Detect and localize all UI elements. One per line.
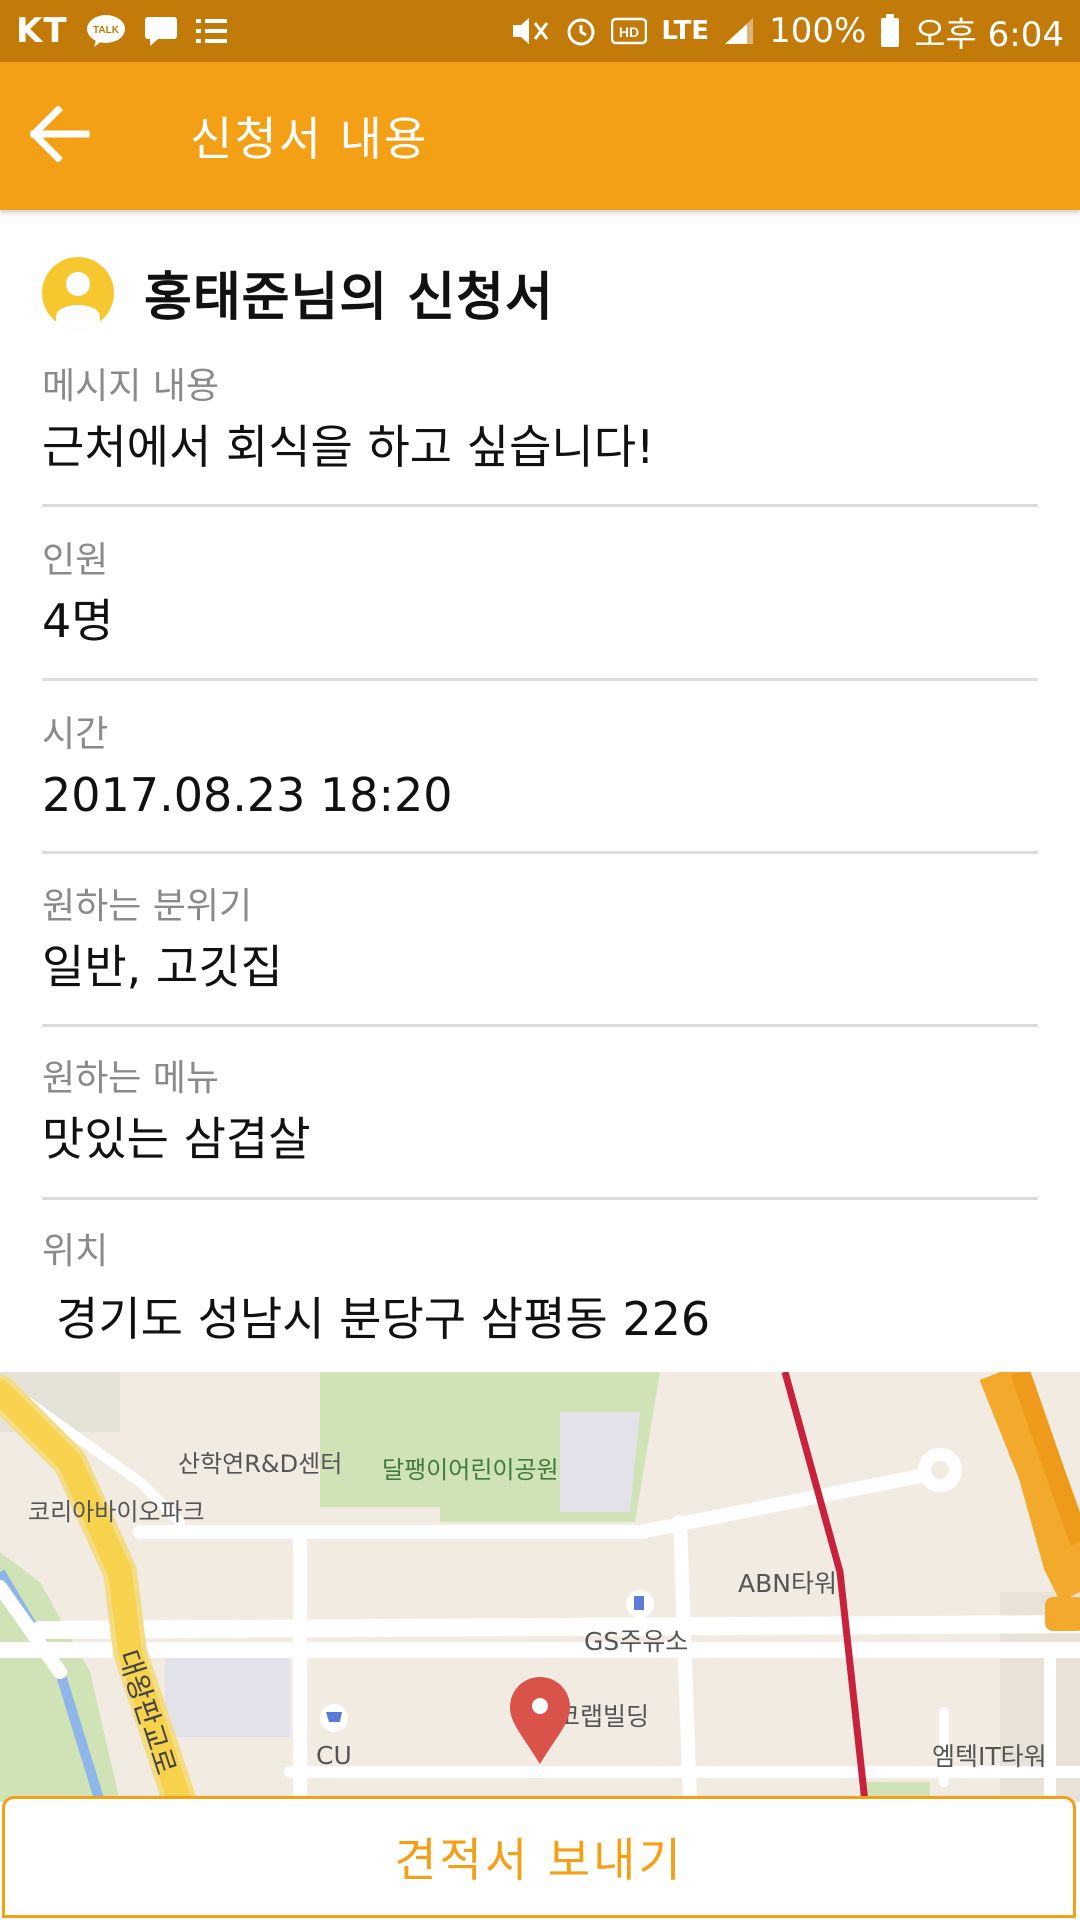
- field-message: 메시지 내용 근처에서 회식을 하고 싶습니다!: [42, 360, 1038, 480]
- field-label: 원하는 분위기: [42, 886, 253, 927]
- field-time: 시간 2017.08.23 18:20: [42, 708, 1038, 828]
- back-button[interactable]: [0, 62, 120, 210]
- applicant-header: 홍태준님의 신청서: [42, 255, 554, 330]
- alarm-icon: [565, 15, 597, 47]
- hd-icon: HD: [611, 17, 648, 45]
- field-label: 시간: [42, 714, 109, 755]
- divider: [42, 1024, 1038, 1027]
- battery-percent: 100%: [769, 11, 867, 51]
- svg-text:HD: HD: [619, 24, 639, 40]
- app-bar: 신청서 내용: [0, 62, 1080, 210]
- divider: [42, 851, 1038, 854]
- svg-text:TALK: TALK: [93, 25, 120, 36]
- field-label: 인원: [42, 540, 109, 581]
- location-map[interactable]: 산학연R&D센터 달팽이어린이공원 코리아바이오파크 ABN타워 GS주유소 에…: [0, 1372, 1080, 1802]
- map-label-cu: CU: [316, 1741, 352, 1770]
- map-label-biopark: 코리아바이오파크: [28, 1498, 205, 1526]
- user-avatar-icon: [42, 256, 114, 329]
- signal-icon: [723, 16, 755, 46]
- map-label-gs: GS주유소: [584, 1627, 688, 1656]
- battery-icon: [880, 14, 900, 48]
- carrier-label: KT: [16, 11, 68, 51]
- field-label: 메시지 내용: [42, 366, 220, 407]
- divider: [42, 1197, 1038, 1200]
- gas-station-icon: [626, 1590, 654, 1618]
- lte-icon: LTE: [661, 16, 710, 46]
- field-value: 경기도 성남시 분당구 삼평동 226: [56, 1292, 711, 1346]
- list-icon: [195, 16, 228, 46]
- divider: [42, 678, 1038, 681]
- field-menu: 원하는 메뉴 맛있는 삼겹살: [42, 1052, 1038, 1172]
- kakaotalk-icon: TALK: [86, 14, 126, 48]
- field-value: 2017.08.23 18:20: [42, 768, 453, 822]
- clock: 오후 6:04: [914, 14, 1064, 55]
- message-icon: [144, 15, 178, 47]
- field-value: 일반, 고깃집: [42, 940, 283, 994]
- applicant-title: 홍태준님의 신청서: [144, 268, 554, 328]
- field-value: 근처에서 회식을 하고 싶습니다!: [42, 420, 655, 474]
- map-label-park: 달팽이어린이공원: [382, 1456, 559, 1484]
- field-location: 위치 경기도 성남시 분당구 삼평동 226: [42, 1225, 1038, 1359]
- send-quote-button[interactable]: 견적서 보내기: [2, 1796, 1076, 1918]
- map-label-emtek: 엠텍IT타워: [932, 1742, 1047, 1771]
- shopping-cart-icon: [320, 1704, 348, 1732]
- map-label-abn: ABN타워: [738, 1569, 837, 1598]
- field-label: 원하는 메뉴: [42, 1058, 220, 1099]
- page-title: 신청서 내용: [190, 112, 429, 166]
- mute-icon: [511, 15, 551, 47]
- divider: [42, 504, 1038, 507]
- arrow-left-icon: [29, 105, 90, 166]
- status-bar: KT TALK HD LTE 100% 오후 6:04: [0, 0, 1080, 62]
- field-value: 4명: [42, 594, 114, 648]
- field-people: 인원 4명: [42, 534, 1038, 654]
- field-mood: 원하는 분위기 일반, 고깃집: [42, 880, 1038, 1000]
- field-value: 맛있는 삼겹살: [42, 1112, 311, 1166]
- field-label: 위치: [42, 1231, 109, 1272]
- map-label-rnd: 산학연R&D센터: [178, 1450, 342, 1478]
